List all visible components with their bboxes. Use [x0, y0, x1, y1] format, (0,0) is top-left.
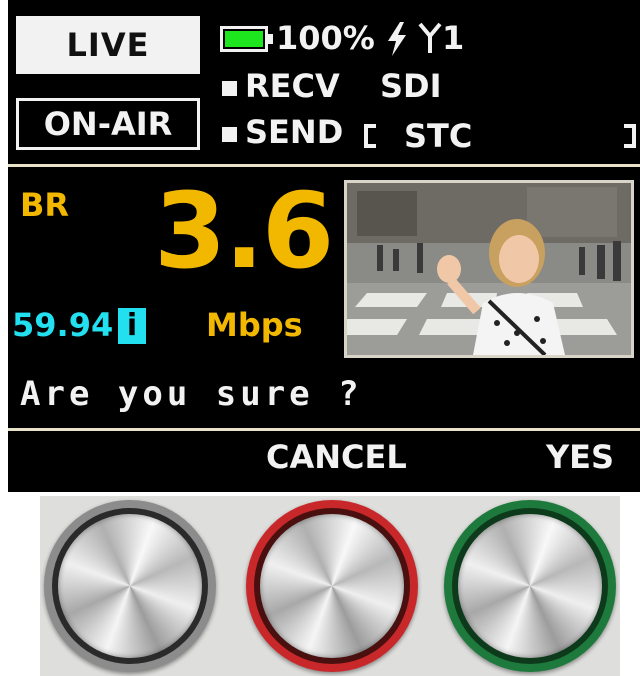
sdi-label: SDI	[380, 67, 442, 105]
lightning-icon	[384, 22, 410, 60]
recv-label: RECV	[245, 67, 340, 105]
stc-label: STC	[404, 117, 473, 155]
bracket-left-icon	[364, 124, 376, 148]
send-status: SEND	[222, 114, 343, 150]
yes-hardware-button[interactable]	[444, 500, 616, 672]
send-square-icon	[222, 126, 237, 142]
divider-bottom	[8, 428, 640, 431]
device-screen: LIVE ON-AIR 100% 1 RECV SDI SEND STC BR …	[8, 0, 640, 492]
bitrate-unit: Mbps	[206, 306, 303, 344]
cancel-softkey[interactable]: CANCEL	[266, 438, 407, 476]
left-hardware-button[interactable]	[44, 500, 216, 672]
send-label: SEND	[245, 113, 344, 151]
on-air-indicator: ON-AIR	[16, 98, 200, 150]
yes-softkey[interactable]: YES	[546, 438, 614, 476]
antenna-icon	[418, 22, 442, 58]
confirm-prompt: Are you sure ?	[20, 374, 363, 414]
scan-type-badge: i	[118, 308, 146, 344]
cancel-hardware-button[interactable]	[246, 500, 418, 672]
battery-icon	[220, 26, 276, 52]
framerate-value: 59.94	[12, 306, 114, 344]
signal-number: 1	[442, 19, 465, 57]
video-preview-thumbnail	[344, 180, 634, 358]
live-mode-indicator: LIVE	[16, 16, 200, 74]
hardware-button-panel	[40, 496, 620, 676]
recv-status: RECV	[222, 68, 340, 104]
bracket-right-icon	[624, 124, 636, 148]
bitrate-label: BR	[20, 186, 70, 224]
battery-percent: 100%	[276, 19, 375, 57]
recv-square-icon	[222, 80, 237, 96]
bitrate-value: 3.6	[154, 170, 334, 292]
